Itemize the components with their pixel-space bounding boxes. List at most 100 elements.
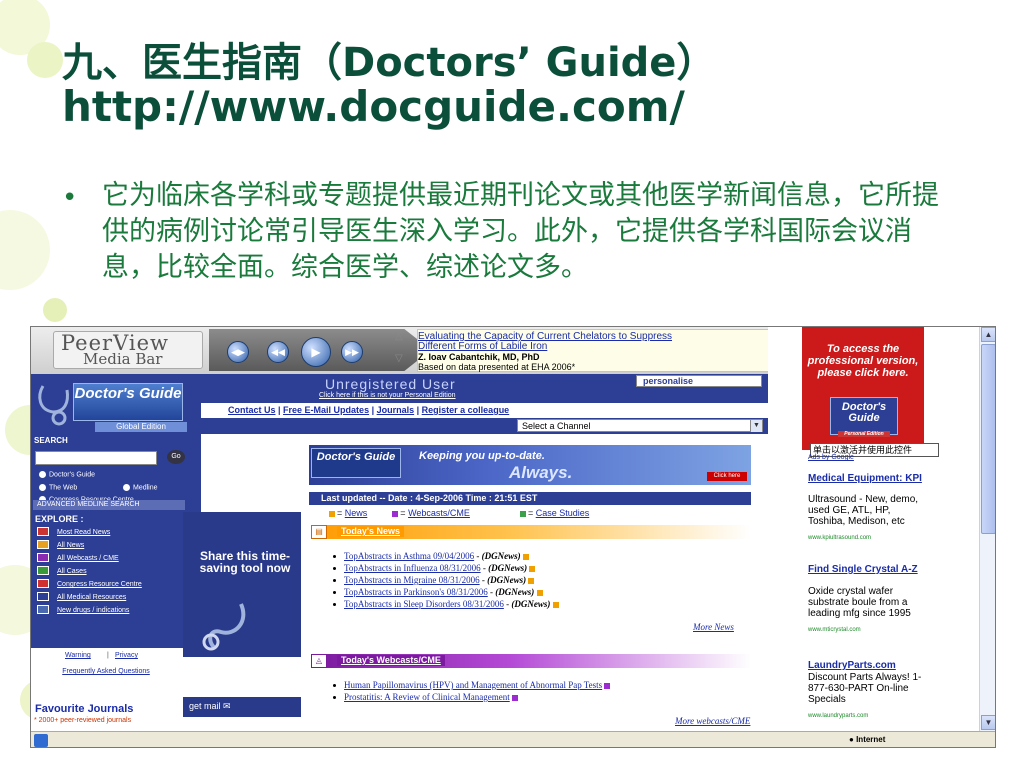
ad-body: Discount Parts Always! 1-877-630-PART On… <box>808 672 922 705</box>
personal-edition-link[interactable]: Click here if this is not your Personal … <box>319 392 456 399</box>
ad-url[interactable]: www.laundryparts.com <box>808 713 868 719</box>
scroll-thumb[interactable] <box>981 344 995 534</box>
webcast-section-icon: ◬ <box>311 654 327 668</box>
ticker-up-icon[interactable]: △ <box>395 331 403 342</box>
todays-webcasts-bar: ◬ Today's Webcasts/CME <box>311 654 751 668</box>
webcast-square-icon <box>392 510 399 517</box>
global-edition-label: Global Edition <box>95 422 187 432</box>
channel-select[interactable]: Select a Channel ▼ <box>517 419 763 432</box>
ticker-link-2[interactable]: Different Forms of Labile Iron <box>418 342 794 352</box>
news-item[interactable]: TopAbstracts in Asthma 09/04/2006 - (DGN… <box>333 551 531 561</box>
advanced-medline-search-link[interactable]: ADVANCED MEDLINE SEARCH <box>33 500 185 510</box>
slide-title: 九、医生指南（Doctors’ Guide） <box>62 40 717 86</box>
channel-select-value: Select a Channel <box>522 421 591 431</box>
banner-click-here[interactable]: Click here <box>707 472 747 481</box>
scroll-down-icon[interactable]: ▼ <box>981 715 995 730</box>
ticker-panel: Evaluating the Capacity of Current Chela… <box>417 329 795 372</box>
personalise-button[interactable]: personalise <box>636 375 762 387</box>
favourite-journals-link[interactable]: Favourite Journals <box>35 703 133 715</box>
ad-body: Oxide crystal wafer substrate boule from… <box>808 586 911 619</box>
news-square-icon <box>329 510 335 517</box>
todays-webcasts-heading[interactable]: Today's Webcasts/CME <box>337 655 445 666</box>
stethoscope-icon <box>38 385 69 426</box>
news-link[interactable]: TopAbstracts in Influenza 08/31/2006 <box>344 563 481 573</box>
main-content: Doctor's Guide Keeping you up-to-date. A… <box>301 434 768 747</box>
radio-label: Doctor's Guide <box>49 471 96 479</box>
promo-banner[interactable]: Doctor's Guide Keeping you up-to-date. A… <box>309 445 751 485</box>
news-link[interactable]: TopAbstracts in Parkinson's 08/31/2006 <box>344 587 488 597</box>
news-source: (DGNews) <box>487 575 527 585</box>
webcast-icon <box>37 553 49 562</box>
webcast-item[interactable]: Human Papillomavirus (HPV) and Managemen… <box>333 680 612 690</box>
ticker-source: Based on data presented at EHA 2006* <box>418 362 576 372</box>
webcast-item[interactable]: Prostatitis: A Review of Clinical Manage… <box>333 692 520 702</box>
ads-by-google-link[interactable]: Ads by Google <box>808 454 854 461</box>
warning-link[interactable]: Warning <box>65 652 91 659</box>
most-read-icon <box>37 527 49 536</box>
news-link[interactable]: TopAbstracts in Asthma 09/04/2006 <box>344 551 474 561</box>
drugs-icon <box>37 605 49 614</box>
radio-doctors-guide[interactable]: Doctor's Guide <box>39 471 95 478</box>
news-link[interactable]: TopAbstracts in Sleep Disorders 08/31/20… <box>344 599 504 609</box>
legend-webcasts[interactable]: Webcasts/CME <box>408 508 470 518</box>
faq-link[interactable]: Frequently Asked Questions <box>61 668 151 675</box>
nav-email-updates[interactable]: Free E-Mail Updates <box>283 405 369 415</box>
privacy-link[interactable]: Privacy <box>115 652 138 659</box>
play-icon[interactable]: ▶ <box>301 337 331 367</box>
news-item[interactable]: TopAbstracts in Parkinson's 08/31/2006 -… <box>333 587 545 597</box>
ie-page-icon <box>34 734 48 747</box>
favourite-journals-count: * 2000+ peer-reviewed journals <box>34 717 132 724</box>
advanced-search-label: ADVANCED MEDLINE SEARCH <box>37 501 140 508</box>
nav-register-colleague[interactable]: Register a colleague <box>422 405 510 415</box>
explore-congress[interactable]: Congress Resource Centre <box>57 581 142 588</box>
ad-title[interactable]: Find Single Crystal A-Z <box>808 565 918 575</box>
share-tool-panel[interactable]: Share this time-saving tool now <box>183 512 301 657</box>
nav-journals[interactable]: Journals <box>377 405 415 415</box>
radio-medline[interactable]: Medline <box>123 484 158 491</box>
go-button[interactable]: Go <box>167 450 185 464</box>
ad-title[interactable]: LaundryParts.com <box>808 661 896 671</box>
professional-version-ad[interactable]: To access the professional version, plea… <box>802 327 924 450</box>
webcast-link[interactable]: Human Papillomavirus (HPV) and Managemen… <box>344 680 602 690</box>
volume-icon[interactable]: ◀▶ <box>227 341 249 363</box>
legend-news[interactable]: News <box>345 508 368 518</box>
ad-url[interactable]: www.mticrystal.com <box>808 627 861 633</box>
cases-icon <box>37 566 49 575</box>
congress-icon <box>37 579 49 588</box>
ad-url[interactable]: www.kpiultrasound.com <box>808 535 871 541</box>
explore-all-webcasts[interactable]: All Webcasts / CME <box>57 555 119 562</box>
explore-medical-resources[interactable]: All Medical Resources <box>57 594 126 601</box>
explore-most-read[interactable]: Most Read News <box>57 529 110 536</box>
doctors-guide-logo[interactable]: Doctor's Guide Global Edition <box>35 378 187 432</box>
news-item[interactable]: TopAbstracts in Sleep Disorders 08/31/20… <box>333 599 561 609</box>
ticker-down-icon[interactable]: ▽ <box>395 353 403 364</box>
get-mail-button[interactable]: get mail ✉ <box>183 697 301 717</box>
vertical-scrollbar[interactable]: ▲ ▼ <box>979 327 995 731</box>
explore-all-cases[interactable]: All Cases <box>57 568 87 575</box>
nav-contact-us[interactable]: Contact Us <box>228 405 276 415</box>
legend-cases[interactable]: Case Studies <box>536 508 590 518</box>
more-webcasts-link[interactable]: More webcasts/CME <box>675 716 750 726</box>
todays-news-heading[interactable]: Today's News <box>337 526 404 537</box>
slide: 九、医生指南（Doctors’ Guide） http://www.docgui… <box>0 0 1024 768</box>
forward-icon[interactable]: ▶▶ <box>341 341 363 363</box>
webcast-link[interactable]: Prostatitis: A Review of Clinical Manage… <box>344 692 510 702</box>
news-section-icon: ▤ <box>311 525 327 539</box>
left-sidebar: SEARCH Go Doctor's Guide The Web Medline… <box>31 434 201 648</box>
explore-all-news[interactable]: All News <box>57 542 84 549</box>
peerview-subtitle: Media Bar <box>83 350 163 368</box>
news-source: (DGNews) <box>495 587 535 597</box>
radio-the-web[interactable]: The Web <box>39 484 77 491</box>
status-zone-label: Internet <box>856 735 886 744</box>
more-news-link[interactable]: More News <box>693 622 734 632</box>
news-item[interactable]: TopAbstracts in Migraine 08/31/2006 - (D… <box>333 575 536 585</box>
bullet-icon: • <box>62 183 78 213</box>
scroll-up-icon[interactable]: ▲ <box>981 327 995 342</box>
news-icon <box>37 540 49 549</box>
explore-new-drugs[interactable]: New drugs / indications <box>57 607 129 614</box>
news-item[interactable]: TopAbstracts in Influenza 08/31/2006 - (… <box>333 563 537 573</box>
news-link[interactable]: TopAbstracts in Migraine 08/31/2006 <box>344 575 480 585</box>
search-input[interactable] <box>35 451 157 465</box>
rewind-icon[interactable]: ◀◀ <box>267 341 289 363</box>
ad-title[interactable]: Medical Equipment: KPI <box>808 474 922 484</box>
